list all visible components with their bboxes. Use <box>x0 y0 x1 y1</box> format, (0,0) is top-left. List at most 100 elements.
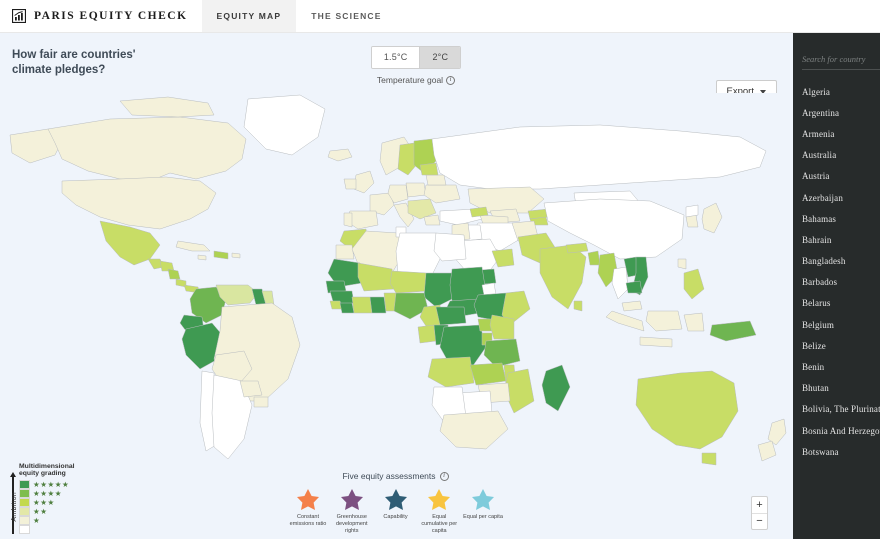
tab-the-science[interactable]: THE SCIENCE <box>296 0 396 32</box>
star-icon <box>428 489 451 510</box>
country-kenya[interactable] <box>489 314 515 340</box>
legend-stars-5: ★ ★ ★ ★ ★ <box>33 480 69 489</box>
world-map-svg[interactable] <box>0 93 793 493</box>
country-nepal[interactable] <box>565 242 589 254</box>
country-list-item[interactable]: Bahrain <box>793 229 880 250</box>
assessment-equal-per-capita[interactable]: Equal per capita <box>463 488 503 521</box>
assessment-equal-cumulative-per-capita[interactable]: Equal cumulative per capita <box>419 488 459 535</box>
country-portugal[interactable] <box>343 212 353 228</box>
star-icon <box>340 489 363 510</box>
country-sri-lanka[interactable] <box>573 300 583 312</box>
assessment-label: Equal per capita <box>463 514 503 520</box>
country-list-item[interactable]: Barbados <box>793 272 880 293</box>
legend-row: ★ ★ <box>19 507 75 516</box>
star-icon: ★ <box>47 489 55 498</box>
country-egypt[interactable] <box>433 232 467 262</box>
country-list-item[interactable]: Botswana <box>793 441 880 462</box>
star-icon: ★ <box>54 489 62 498</box>
country-list-item[interactable]: Argentina <box>793 102 880 123</box>
world-map[interactable] <box>0 93 793 493</box>
legend-title: Multidimensional equity grading <box>19 462 75 478</box>
country-central-african-republic[interactable] <box>435 306 467 326</box>
star-icon <box>297 489 319 510</box>
country-bangladesh[interactable] <box>587 250 601 266</box>
country-paraguay[interactable] <box>239 380 263 398</box>
country-baltics[interactable] <box>419 162 439 176</box>
star-icon: ★ <box>33 480 40 489</box>
country-list-item[interactable]: Algeria <box>793 81 880 102</box>
temperature-option-1-5c[interactable]: 1.5°C <box>371 47 420 68</box>
legend-swatch-2 <box>19 507 30 516</box>
country-eritrea[interactable] <box>481 282 497 296</box>
country-list-item[interactable]: Armenia <box>793 123 880 144</box>
star-icon: ★ <box>33 498 40 507</box>
assessment-label: Equal cumulative per capita <box>421 514 458 534</box>
country-list-item[interactable]: Bosnia And Herzegovina <box>793 420 880 441</box>
country-list-item[interactable]: Australia <box>793 145 880 166</box>
country-uruguay[interactable] <box>253 396 269 408</box>
country-georgia-caucasus[interactable] <box>469 206 489 218</box>
country-list-item[interactable]: Bahamas <box>793 208 880 229</box>
brand-logo[interactable]: PARIS EQUITY CHECK <box>0 0 202 32</box>
country-gabon[interactable] <box>417 324 437 344</box>
star-icon: ★ <box>61 480 69 489</box>
legend-stars-2: ★ ★ <box>33 507 47 516</box>
country-list-item[interactable]: Azerbaijan <box>793 187 880 208</box>
country-taiwan[interactable] <box>677 258 687 270</box>
country-liberia[interactable] <box>339 302 355 314</box>
legend-swatch-0 <box>19 525 30 534</box>
country-list[interactable]: Algeria Argentina Armenia Australia Aust… <box>793 81 880 462</box>
country-list-item[interactable]: Benin <box>793 356 880 377</box>
info-icon[interactable]: i <box>446 75 456 85</box>
country-indonesia-java[interactable] <box>639 336 673 348</box>
legend-stars-4: ★ ★ ★ ★ <box>33 489 61 498</box>
tab-equity-map[interactable]: EQUITY MAP <box>201 0 297 32</box>
assessment-capability[interactable]: Capability <box>376 488 416 521</box>
country-tasmania[interactable] <box>701 452 717 466</box>
map-stage: How fair are countries' climate pledges?… <box>0 33 793 539</box>
country-niger[interactable] <box>389 270 429 294</box>
country-list-item[interactable]: Belgium <box>793 314 880 335</box>
country-list-item[interactable]: Bhutan <box>793 378 880 399</box>
country-list-item[interactable]: Bolivia, The Plurinational State Of <box>793 399 880 420</box>
page-title: How fair are countries' climate pledges? <box>12 49 136 76</box>
country-western-sahara[interactable] <box>335 244 355 260</box>
country-cambodia[interactable] <box>625 280 643 294</box>
legend-swatch-1 <box>19 516 30 525</box>
legend-rows: ★ ★ ★ ★ ★ ★ ★ ★ ★ ★ ★ ★ ★ ★ ★ <box>19 480 75 534</box>
country-ireland[interactable] <box>343 178 357 190</box>
star-icon: ★ <box>40 489 47 498</box>
info-icon[interactable]: i <box>439 471 449 481</box>
country-ghana[interactable] <box>369 296 387 314</box>
legend-stars-3: ★ ★ ★ <box>33 498 54 507</box>
country-poland[interactable] <box>405 182 427 198</box>
country-greece[interactable] <box>423 214 441 226</box>
country-list-item[interactable]: Austria <box>793 166 880 187</box>
country-north-korea[interactable] <box>685 204 699 218</box>
country-list-item[interactable]: Belarus <box>793 293 880 314</box>
temperature-goal-caption-text: Temperature goal <box>376 75 444 85</box>
temperature-goal-caption: Temperature goal i <box>356 75 476 85</box>
star-icon: ★ <box>33 489 40 498</box>
zoom-out-button[interactable]: − <box>752 513 767 529</box>
country-list-item[interactable]: Belize <box>793 335 880 356</box>
star-icon <box>472 489 494 510</box>
country-ivory-coast[interactable] <box>351 296 373 314</box>
country-puerto-rico[interactable] <box>231 252 241 259</box>
search-input[interactable] <box>802 54 880 70</box>
equity-assessments-title-text: Five equity assessments <box>342 471 436 481</box>
legend-row: ★ ★ ★ ★ ★ <box>19 480 75 489</box>
assessment-constant-emissions-ratio[interactable]: Constant emissions ratio <box>288 488 328 528</box>
legend-swatch-4 <box>19 489 30 498</box>
zoom-in-button[interactable]: + <box>752 497 767 513</box>
star-icon: ★ <box>40 507 47 516</box>
star-icon: ★ <box>47 498 55 507</box>
country-belarus[interactable] <box>425 174 447 186</box>
country-malaysia[interactable] <box>621 300 643 312</box>
country-zambia[interactable] <box>469 362 507 386</box>
assessment-greenhouse-development-rights[interactable]: Greenhouse development rights <box>332 488 372 535</box>
country-jamaica[interactable] <box>197 254 207 261</box>
temperature-option-2c[interactable]: 2°C <box>419 47 461 68</box>
country-list-item[interactable]: Bangladesh <box>793 251 880 272</box>
star-icon: ★ <box>40 480 47 489</box>
